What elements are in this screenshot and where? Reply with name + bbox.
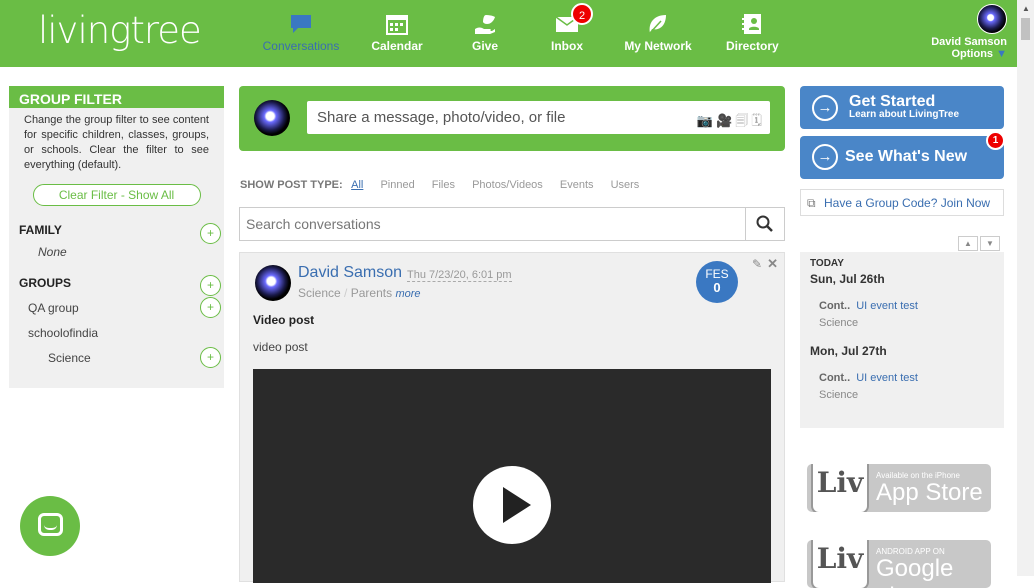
user-name: David Samson xyxy=(931,36,1007,48)
video-icon[interactable]: 🎥 xyxy=(716,113,735,128)
add-family-button[interactable]: + xyxy=(200,223,221,244)
today-label: TODAY xyxy=(810,258,844,269)
whats-new-badge: 1 xyxy=(986,131,1005,150)
post-card: David Samson Thu 7/23/20, 6:01 pm Scienc… xyxy=(239,252,785,583)
nav-directory[interactable]: Directory xyxy=(726,0,779,67)
group-item[interactable]: Science xyxy=(48,351,91,365)
nav-my-network[interactable]: My Network xyxy=(624,0,692,67)
calendar-event[interactable]: Cont.. UI event test xyxy=(819,372,918,384)
arrow-right-icon: → xyxy=(812,95,838,121)
post-tags: Science / Parents more xyxy=(298,286,421,300)
get-started-button[interactable]: → Get Started Learn about LivingTree xyxy=(800,86,1004,129)
avatar xyxy=(254,100,290,136)
group-filter-description: Change the group filter to see content f… xyxy=(24,114,209,171)
attachment-tools: 📷🎥🗐🗓 xyxy=(697,112,765,134)
group-item[interactable]: schoolofindia xyxy=(28,326,98,340)
calendar-event[interactable]: Cont.. UI event test xyxy=(819,300,918,312)
livingtree-logo[interactable]: livingtree xyxy=(38,9,202,52)
add-group-button[interactable]: + xyxy=(200,275,221,296)
top-bar: livingtree Conversations Calendar Give I… xyxy=(0,0,1017,67)
scrollbar[interactable]: ▲ xyxy=(1017,0,1034,576)
more-link[interactable]: more xyxy=(395,288,420,300)
chevron-down-icon[interactable]: ▼ xyxy=(980,236,1000,251)
scroll-up-icon[interactable]: ▲ xyxy=(1022,4,1030,13)
event-group: Science xyxy=(819,317,859,329)
options-label[interactable]: Options xyxy=(951,48,993,60)
calendar-icon xyxy=(386,15,408,35)
pencil-icon[interactable]: ✎ xyxy=(752,257,762,271)
post-type-users[interactable]: Users xyxy=(611,179,640,191)
post-date: Thu 7/23/20, 6:01 pm xyxy=(407,269,512,282)
group-filter-panel: GROUP FILTER Change the group filter to … xyxy=(9,86,224,388)
post-type-filter: SHOW POST TYPE: All Pinned Files Photos/… xyxy=(240,179,640,191)
user-menu[interactable]: David Samson Options ▼ xyxy=(931,4,1007,60)
family-label: FAMILY xyxy=(19,223,62,237)
video-player[interactable] xyxy=(253,369,771,583)
close-icon[interactable]: ✕ xyxy=(767,256,778,272)
scrollbar-thumb[interactable] xyxy=(1021,18,1030,40)
fes-badge[interactable]: FES 0 xyxy=(696,261,738,303)
nav-give[interactable]: Give xyxy=(465,0,505,67)
calendar-nav: ▲ ▼ xyxy=(958,235,1002,251)
whats-new-button[interactable]: → See What's New xyxy=(800,136,1004,179)
post-type-photos-videos[interactable]: Photos/Videos xyxy=(472,179,543,191)
inbox-badge: 2 xyxy=(571,3,593,25)
speech-bubble-icon xyxy=(291,15,311,33)
post-type-events[interactable]: Events xyxy=(560,179,594,191)
group-code-link[interactable]: ⧉ Have a Group Code? Join Now xyxy=(800,189,1004,216)
clear-filter-button[interactable]: Clear Filter - Show All xyxy=(32,184,201,206)
liv-app-logo: Liv xyxy=(811,464,869,512)
search-input[interactable]: Search conversations xyxy=(239,207,746,241)
event-group: Science xyxy=(819,389,859,401)
nav-inbox[interactable]: Inbox 2 xyxy=(546,0,593,67)
chevron-down-icon[interactable]: ▼ xyxy=(996,48,1007,60)
hand-leaf-icon xyxy=(475,15,495,34)
calendar-widget: TODAY Sun, Jul 26th Cont.. UI event test… xyxy=(800,252,1004,428)
google-play-badge[interactable]: Liv ANDROID APP ON Google play xyxy=(807,540,991,588)
leaf-icon xyxy=(649,15,666,34)
share-box: Share a message, photo/video, or file 📷🎥… xyxy=(239,86,785,151)
nav-conversations[interactable]: Conversations xyxy=(262,0,340,67)
add-subgroup-button[interactable]: + xyxy=(200,347,221,368)
family-value: None xyxy=(38,245,67,259)
calendar-day: Sun, Jul 26th xyxy=(810,272,885,286)
post-type-files[interactable]: Files xyxy=(432,179,455,191)
search-icon xyxy=(756,215,773,232)
group-item[interactable]: QA group xyxy=(28,301,79,315)
post-author[interactable]: David Samson xyxy=(298,264,402,282)
post-type-all[interactable]: All xyxy=(351,179,363,191)
post-type-pinned[interactable]: Pinned xyxy=(380,179,414,191)
calendar-day: Mon, Jul 27th xyxy=(810,344,887,358)
group-filter-title: GROUP FILTER xyxy=(9,86,224,108)
event-icon[interactable]: 🗓 xyxy=(751,113,765,128)
play-icon[interactable] xyxy=(473,466,551,544)
app-store-badge[interactable]: Liv Available on the iPhone App Store xyxy=(807,464,991,512)
add-subgroup-button[interactable]: + xyxy=(200,297,221,318)
groups-label: GROUPS xyxy=(19,276,72,290)
search-button[interactable] xyxy=(745,207,785,241)
camera-icon[interactable]: 📷 xyxy=(697,113,716,128)
arrow-right-icon: → xyxy=(812,144,838,170)
chat-launcher-button[interactable] xyxy=(20,496,80,556)
user-avatar[interactable] xyxy=(977,4,1007,34)
post-body: video post xyxy=(253,340,308,354)
nav-calendar[interactable]: Calendar xyxy=(368,0,426,67)
chevron-up-icon[interactable]: ▲ xyxy=(958,236,978,251)
post-title: Video post xyxy=(253,313,315,327)
author-avatar[interactable] xyxy=(255,265,291,301)
sitemap-icon: ⧉ xyxy=(807,196,816,210)
contact-card-icon xyxy=(742,14,761,34)
file-icon[interactable]: 🗐 xyxy=(735,113,751,128)
liv-app-logo: Liv xyxy=(811,540,869,588)
